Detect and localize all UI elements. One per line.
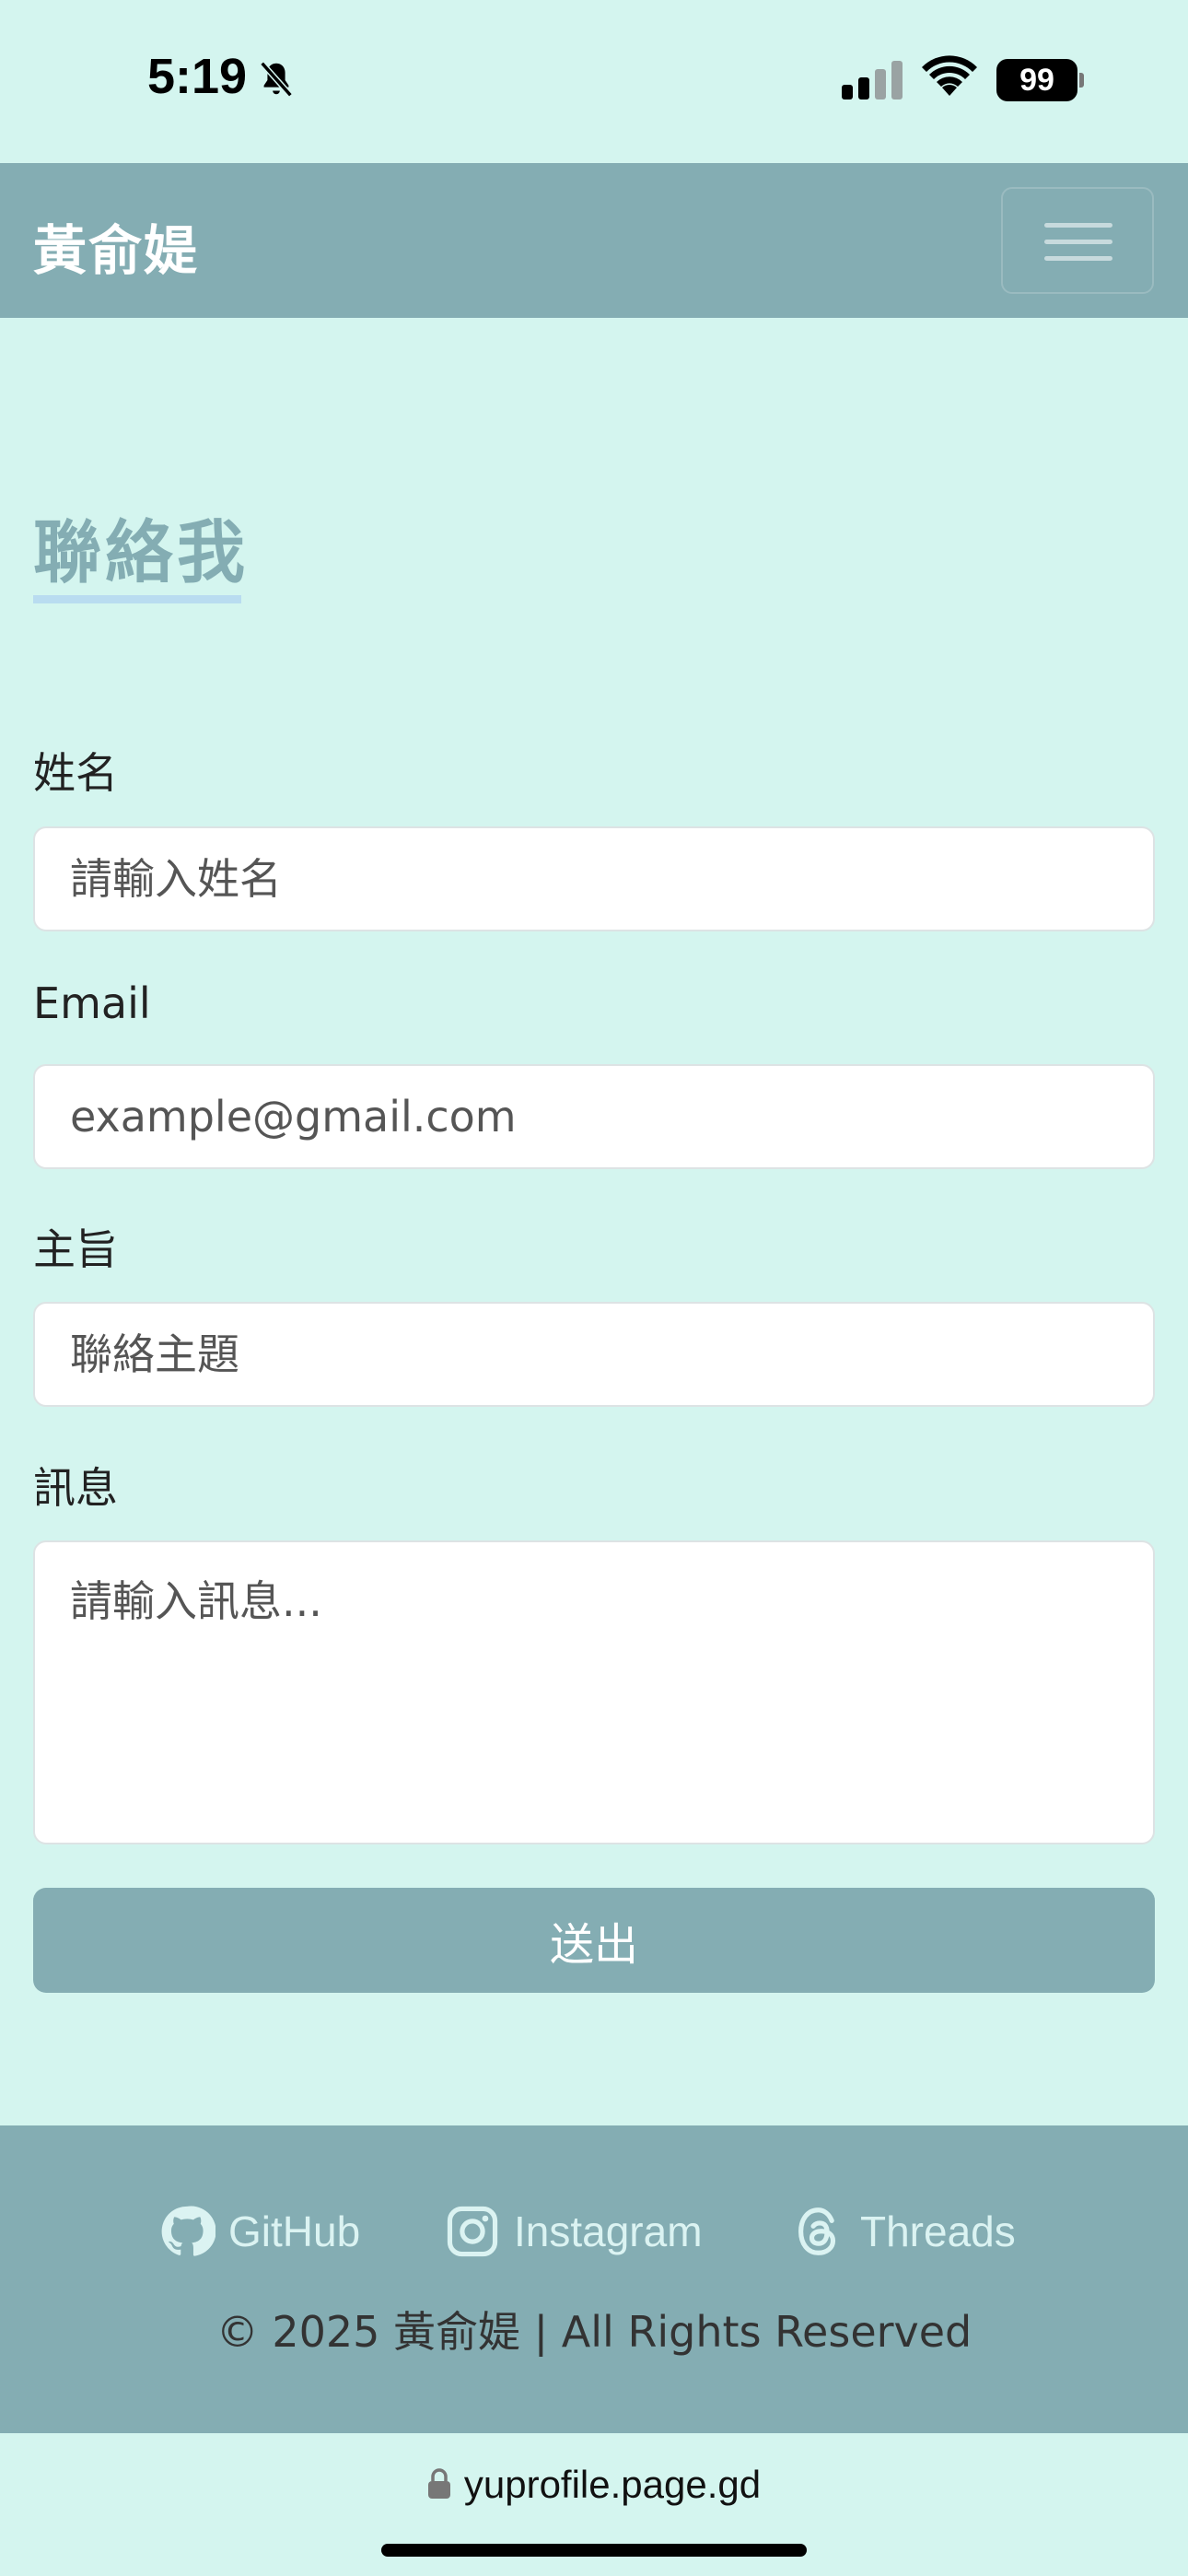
subject-input[interactable] — [33, 1302, 1155, 1407]
github-label: GitHub — [228, 2207, 361, 2255]
subject-label: 主旨 — [33, 1224, 118, 1274]
browser-url-bar[interactable]: yuprofile.page.gd — [0, 2433, 1188, 2576]
instagram-label: Instagram — [514, 2207, 703, 2255]
page-title: 聯絡我 — [33, 513, 249, 592]
lock-icon — [427, 2468, 450, 2499]
title-underline — [33, 595, 241, 603]
menu-toggle-button[interactable] — [1001, 187, 1154, 294]
instagram-icon — [447, 2206, 498, 2257]
hamburger-icon-bar — [1044, 240, 1112, 244]
url-text: yuprofile.page.gd — [463, 2463, 762, 2506]
home-indicator — [381, 2544, 807, 2557]
message-label: 訊息 — [33, 1463, 118, 1513]
navbar: 黃俞媞 — [0, 163, 1188, 318]
copyright-text: © 2025 黃俞媞 | All Rights Reserved — [215, 2307, 973, 2357]
status-bar: 5:19 99 — [0, 0, 1188, 163]
url-display[interactable]: yuprofile.page.gd — [0, 2463, 1188, 2507]
github-icon — [161, 2206, 215, 2256]
github-link[interactable]: GitHub — [158, 2199, 360, 2264]
name-input[interactable] — [33, 826, 1155, 931]
hamburger-icon-bar — [1044, 256, 1112, 261]
instagram-link[interactable]: Instagram — [444, 2199, 703, 2264]
footer: GitHub Instagram Threads © 2025 黃俞媞 | Al… — [0, 2125, 1188, 2433]
threads-link[interactable]: Threads — [790, 2199, 1016, 2264]
cellular-signal-icon — [842, 61, 903, 100]
email-input[interactable] — [33, 1064, 1155, 1169]
hamburger-icon — [1044, 223, 1112, 228]
battery-tip — [1079, 73, 1084, 88]
threads-icon — [798, 2207, 836, 2255]
email-label: Email — [33, 978, 151, 1028]
submit-button[interactable]: 送出 — [33, 1888, 1155, 1993]
battery-level: 99 — [996, 59, 1077, 101]
message-textarea[interactable] — [33, 1540, 1155, 1844]
status-time: 5:19 — [147, 49, 248, 104]
brand-link[interactable]: 黃俞媞 — [33, 207, 199, 285]
threads-label: Threads — [860, 2207, 1016, 2255]
battery-icon: 99 — [996, 59, 1085, 101]
wifi-icon — [922, 55, 977, 96]
name-label: 姓名 — [33, 748, 118, 798]
bell-slash-icon — [260, 61, 293, 98]
